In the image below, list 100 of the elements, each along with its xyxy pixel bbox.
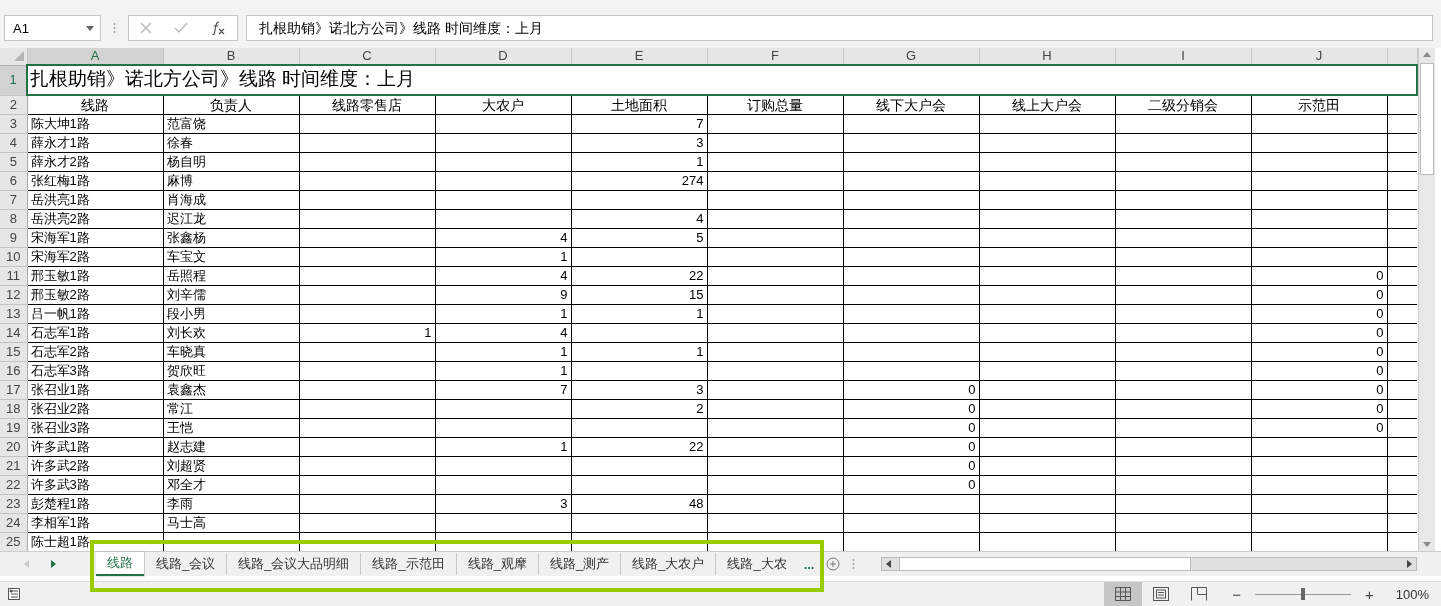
sheet-title: 扎根助销》诺北方公司》线路 时间维度：上月 [30,68,416,89]
table-cell: 迟江龙 [166,211,206,226]
name-box[interactable]: A1 [4,15,101,41]
table-cell: 0 [1376,382,1384,397]
table-cell: 1 [560,306,568,321]
table-cell: 王恺 [166,420,193,435]
dropdown-caret-icon [86,25,94,31]
table-cell: 邢玉敏2路 [30,287,90,302]
table-cell: 张召业1路 [30,382,90,397]
column-title: 线路零售店 [299,95,435,115]
table-cell: 岳照程 [166,268,206,283]
cancel-icon[interactable] [140,22,152,34]
table-cell: 石志军1路 [30,325,90,340]
zoom-out-button[interactable]: − [1228,585,1245,603]
zoom-level[interactable]: 100% [1395,586,1429,602]
previous-sheet-icon[interactable] [24,560,29,568]
formula-field[interactable]: 扎根助销》诺北方公司》线路 时间维度：上月 [246,15,1433,41]
column-title: 线下大户会 [843,95,979,115]
table-cell: 0 [1376,325,1384,340]
table-cell: 杨自明 [166,154,206,169]
vertical-scrollbar[interactable] [1418,48,1435,551]
more-tabs[interactable]: ... [797,556,821,572]
table-cell: 4 [560,230,568,245]
table-cell: 4 [696,211,704,226]
table-cell: 0 [1376,420,1384,435]
table-cell: 张鑫杨 [166,230,206,245]
grip-icon [852,558,856,570]
table-cell: 3 [696,135,704,150]
table-cell: 肖海成 [166,192,206,207]
table-cell: 陈士超1路 [30,534,90,549]
table-cell: 吕一帆1路 [30,306,90,321]
macro-record-icon[interactable] [8,587,22,601]
table-cell: 马士高 [166,515,206,530]
table-cell: 0 [1376,344,1384,359]
scroll-left-icon[interactable] [886,560,891,568]
table-cell: 岳洪亮1路 [30,192,90,207]
grip-icon [113,22,116,34]
view-button[interactable] [1104,582,1143,606]
table-cell: 15 [689,287,704,302]
table-cell: 宋海军2路 [30,249,90,264]
table-cell: 石志军2路 [30,344,90,359]
table-cell: 1 [696,306,704,321]
table-cell: 刘辛儒 [166,287,206,302]
table-cell: 4 [560,325,568,340]
scroll-right-icon[interactable] [1407,560,1412,568]
table-cell: 0 [1376,268,1384,283]
table-cell: 22 [689,439,704,454]
add-sheet-icon[interactable] [826,557,841,571]
column-title: 负责人 [163,95,299,115]
column-title: 大农户 [435,95,571,115]
table-cell: 0 [968,477,976,492]
column-title: 订购总量 [707,95,843,115]
zoom-slider-thumb[interactable] [1301,588,1305,600]
table-cell: 常江 [166,401,193,416]
zoom-in-button[interactable]: + [1361,585,1378,603]
table-cell: 1 [696,154,704,169]
table-cell: 段小男 [166,306,206,321]
table-cell: 1 [560,439,568,454]
page-layout-icon [1153,587,1170,601]
table-cell: 2 [696,401,704,416]
table-cell: 麻博 [166,173,193,188]
row-header[interactable]: 1 [0,65,27,95]
function-icon[interactable] [210,21,226,35]
table-cell: 5 [696,230,704,245]
table-cell: 许多武2路 [30,458,90,473]
table-cell: 彭楚程1路 [30,496,90,511]
scroll-up-icon[interactable] [1423,52,1431,57]
table-cell: 岳洪亮2路 [30,211,90,226]
table-cell: 赵志建 [166,439,206,454]
column-header[interactable]: A [27,48,163,65]
table-cell: 袁鑫杰 [166,382,206,397]
table-cell: 张召业3路 [30,420,90,435]
table-cell: 7 [560,382,568,397]
table-cell: 0 [1376,287,1384,302]
table-cell: 薛永才2路 [30,154,90,169]
scroll-down-icon[interactable] [1423,542,1431,547]
table-cell: 陈大坤1路 [30,116,90,131]
table-cell: 9 [560,287,568,302]
table-cell: 邢玉敏1路 [30,268,90,283]
table-cell: 0 [1376,401,1384,416]
table-cell: 邓全才 [166,477,206,492]
select-all-icon[interactable] [13,50,24,61]
sheet-tab[interactable]: 线路 [96,552,144,576]
scrollbar-thumb[interactable] [1420,63,1434,175]
table-cell: 李雨 [166,496,193,511]
table-cell: 22 [689,268,704,283]
table-cell: 3 [696,382,704,397]
checkmark-icon[interactable] [174,22,188,34]
table-cell: 1 [424,325,432,340]
table-cell: 张召业2路 [30,401,90,416]
table-cell: 车宝文 [166,249,206,264]
table-cell: 徐春 [166,135,193,150]
table-cell: 许多武1路 [30,439,90,454]
table-cell: 车晓真 [166,344,206,359]
table-cell: 1 [560,363,568,378]
table-cell: 274 [681,173,704,188]
horizontal-scrollbar[interactable] [881,557,1417,571]
next-sheet-icon[interactable] [51,560,56,568]
table-cell: 许多武3路 [30,477,90,492]
table-cell: 李相军1路 [30,515,90,530]
